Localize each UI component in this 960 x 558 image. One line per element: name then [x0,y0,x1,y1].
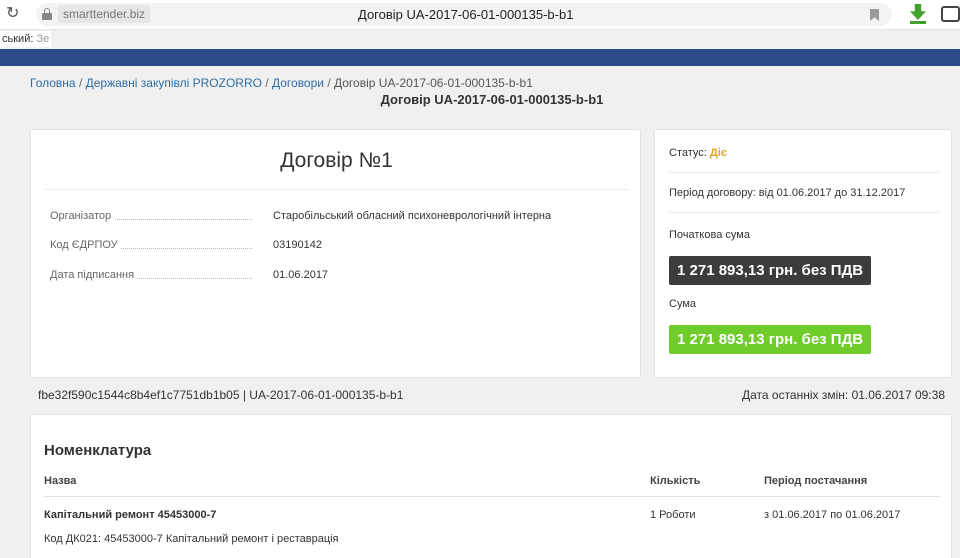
initial-sum-label: Початкова сума [669,229,750,241]
page-title: Договір UA-2017-06-01-000135-b-b1 [380,92,604,107]
edrpou-value: 03190142 [273,239,322,251]
status-label: Статус: [669,147,707,159]
site-navbar [0,49,960,66]
column-header-period: Період постачання [764,475,868,487]
last-change-date: Дата останніх змін: 01.06.2017 09:38 [741,388,945,402]
lock-icon [42,8,52,20]
divider [669,212,939,213]
sum-label: Сума [669,298,697,310]
column-header-qty: Кількість [650,475,701,487]
organizer-label: Організатор [50,210,115,222]
divider [669,172,939,173]
breadcrumb-prozorro-link[interactable]: Державні закупівлі PROZORRO [86,76,262,90]
edrpou-label: Код ЄДРПОУ [50,239,121,251]
address-bar[interactable]: smarttender.biz Договір UA-2017-06-01-00… [36,3,892,26]
breadcrumb-current: Договір UA-2017-06-01-000135-b-b1 [334,76,533,90]
address-domain: smarttender.biz [58,5,151,23]
reload-icon[interactable]: ↻ [6,5,22,23]
nomenclature-title: Номенклатура [44,442,152,459]
item-code: Код ДК021: 45453000-7 Капітальний ремонт… [44,533,339,545]
download-extension-icon[interactable] [908,4,928,24]
nomenclature-card: Номенклатура Назва Кількість Період пост… [30,414,952,558]
translit-hint: ський: Зе [0,31,52,47]
contract-period: Період договору: від 01.06.2017 до 31.12… [669,187,906,199]
breadcrumb: Головна / Державні закупівлі PROZORRO / … [30,76,533,90]
divider [44,496,940,497]
sign-date-value: 01.06.2017 [273,269,329,281]
breadcrumb-home-link[interactable]: Головна [30,76,76,90]
contract-title: Договір №1 [280,149,393,172]
sign-date-label: Дата підписання [50,269,138,281]
item-qty: 1 Роботи [650,509,696,521]
browser-toolbar: ↻ smarttender.biz Договір UA-2017-06-01-… [0,0,960,30]
item-period: з 01.06.2017 по 01.06.2017 [764,509,901,521]
item-name: Капітальний ремонт 45453000-7 [44,509,217,521]
column-header-name: Назва [44,475,77,487]
contract-hash-id: fbe32f590c1544c8b4ef1c7751db1b05 | UA-20… [38,388,404,402]
status-card: Статус: Діє Період договору: від 01.06.2… [654,129,952,378]
bookmark-icon[interactable] [870,9,879,21]
divider [45,189,629,190]
breadcrumb-contracts-link[interactable]: Договори [272,76,324,90]
address-page-title: Договір UA-2017-06-01-000135-b-b1 [358,7,574,22]
initial-sum-amount: 1 271 893,13 грн. без ПДВ [669,256,872,285]
chat-extension-icon[interactable] [941,6,960,22]
sum-amount: 1 271 893,13 грн. без ПДВ [669,325,872,354]
status-line: Статус: Діє [669,146,727,160]
status-badge: Діє [709,147,727,159]
contract-card: Договір №1 Організатор Старобільський об… [30,129,641,378]
organizer-value: Старобільський обласний психоневрологічн… [273,210,552,222]
